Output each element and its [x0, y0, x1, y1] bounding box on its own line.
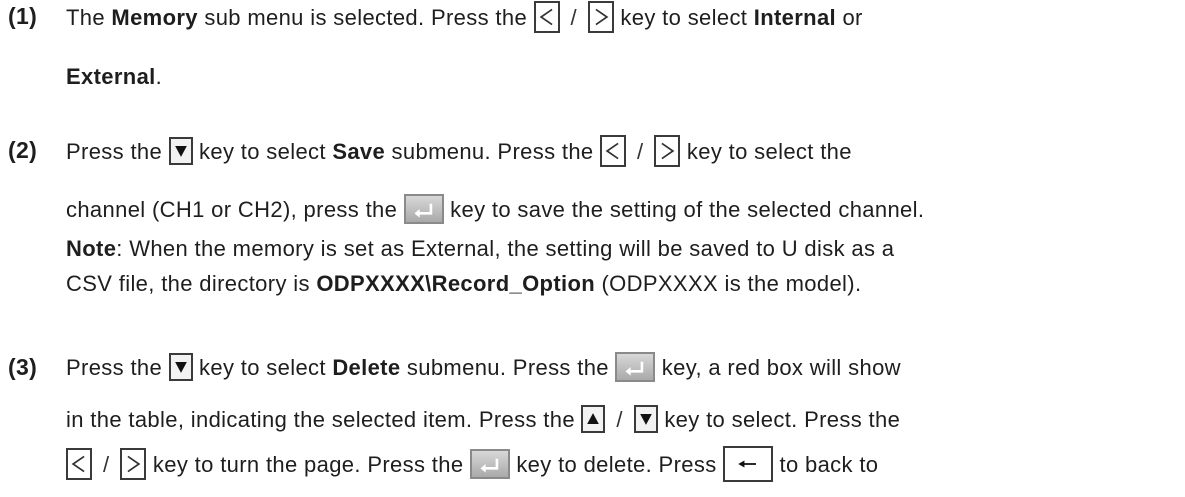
- text: The: [66, 4, 112, 30]
- step-text-line: Press the key to select Save submenu. Pr…: [66, 135, 852, 169]
- back-key-icon: [723, 446, 774, 482]
- bold-term: Internal: [753, 4, 836, 30]
- enter-key-icon: [469, 449, 510, 479]
- text: key to save the setting of the selected …: [443, 196, 925, 222]
- step-text-line: External.: [66, 64, 162, 90]
- bold-term: Delete: [332, 354, 401, 380]
- bold-term: Memory: [111, 4, 198, 30]
- greater-than-key-icon: [120, 448, 147, 480]
- separator: /: [570, 4, 577, 30]
- text: key to select: [613, 4, 754, 30]
- text: key to select: [192, 138, 333, 164]
- text: key to delete. Press: [509, 451, 724, 477]
- separator: /: [616, 407, 623, 432]
- text: .: [155, 64, 163, 89]
- text: to back to: [773, 451, 879, 477]
- greater-than-key-icon: [587, 1, 614, 33]
- bold-term: Note: [66, 236, 117, 261]
- text: CSV file, the directory is: [66, 271, 317, 296]
- text: key to select. Press the: [657, 407, 901, 432]
- bold-term: External: [66, 64, 156, 89]
- less-than-key-icon: [533, 1, 560, 33]
- step-text-line: Press the key to select Delete submenu. …: [66, 352, 901, 384]
- up-arrow-key-icon: [581, 405, 606, 434]
- text: key, a red box will show: [655, 354, 901, 380]
- text: Press the: [66, 138, 169, 164]
- bold-term: Save: [332, 138, 386, 164]
- step-number: (2): [8, 137, 38, 163]
- text: key to select the: [680, 138, 852, 164]
- text: channel (CH1 or CH2), press the: [66, 196, 404, 222]
- text: : When the memory is set as External, th…: [116, 236, 895, 261]
- step-number: (1): [8, 3, 38, 29]
- down-arrow-key-icon: [168, 137, 193, 165]
- step-text-line: / key to turn the page. Press the key to…: [66, 446, 879, 484]
- down-arrow-key-icon: [168, 353, 193, 381]
- step-text-line: Note: When the memory is set as External…: [66, 236, 894, 262]
- text: submenu. Press the: [385, 138, 600, 164]
- text: submenu. Press the: [400, 354, 616, 380]
- less-than-key-icon: [66, 448, 92, 480]
- text: key to turn the page. Press the: [146, 451, 470, 477]
- step-text-line: channel (CH1 or CH2), press the key to s…: [66, 194, 925, 226]
- step-number: (3): [8, 354, 38, 380]
- less-than-key-icon: [599, 135, 626, 167]
- separator: /: [103, 451, 110, 477]
- text: in the table, indicating the selected it…: [66, 407, 582, 432]
- step-text-line: CSV file, the directory is ODPXXXX\Recor…: [66, 271, 861, 297]
- text: Press the: [66, 354, 169, 380]
- text: key to select: [192, 354, 333, 380]
- separator: /: [636, 138, 644, 164]
- enter-key-icon: [403, 194, 444, 224]
- down-arrow-key-icon: [633, 405, 658, 434]
- greater-than-key-icon: [654, 135, 681, 167]
- enter-key-icon: [615, 352, 656, 382]
- step-text-line: in the table, indicating the selected it…: [66, 405, 901, 435]
- text: (ODPXXXX is the model).: [595, 271, 862, 296]
- text: or: [836, 4, 863, 30]
- bold-term: ODPXXXX\Record_Option: [316, 271, 596, 296]
- text: sub menu is selected. Press the: [197, 4, 534, 30]
- step-text-line: The Memory sub menu is selected. Press t…: [66, 1, 863, 35]
